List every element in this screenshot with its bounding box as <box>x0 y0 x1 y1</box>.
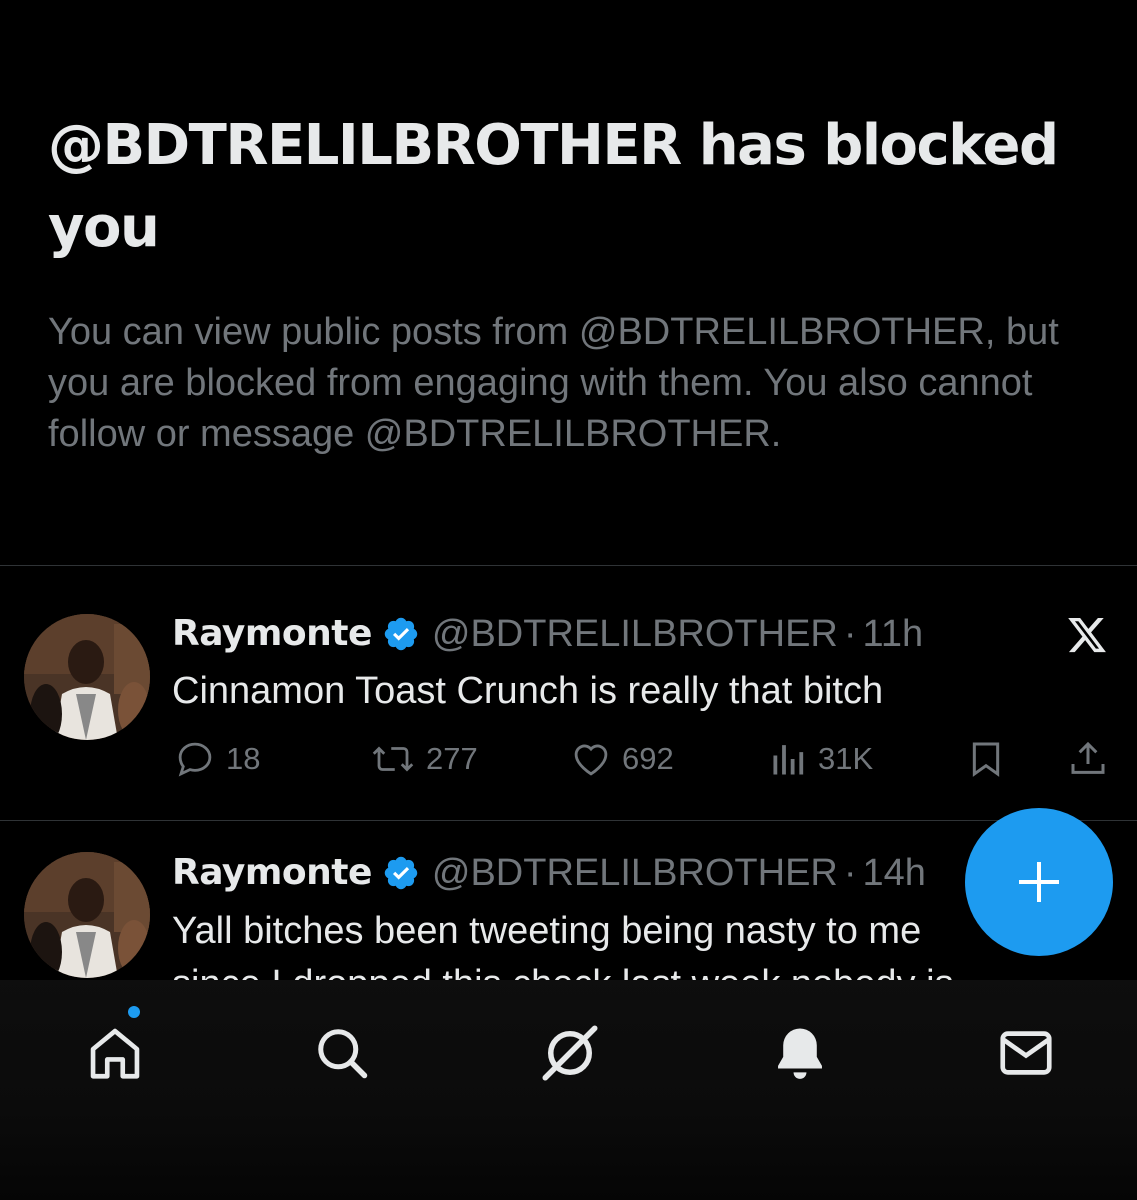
reply-count: 18 <box>226 741 261 776</box>
views-button[interactable]: 31K <box>770 738 873 780</box>
repost-icon <box>372 746 414 772</box>
divider <box>0 820 1137 821</box>
heart-icon <box>574 744 608 776</box>
post-2[interactable]: Raymonte @BDTRELILBROTHER · 14h Yall bit… <box>0 822 1137 980</box>
post-header: Raymonte @BDTRELILBROTHER · 14h <box>172 851 926 895</box>
nav-search[interactable] <box>307 1018 377 1088</box>
author-handle[interactable]: @BDTRELILBROTHER <box>432 851 838 895</box>
post-text: Yall bitches been tweeting being nasty t… <box>172 910 922 952</box>
author-handle[interactable]: @BDTRELILBROTHER <box>432 612 838 656</box>
post-actions: 18 277 692 31K <box>0 738 1137 788</box>
avatar[interactable] <box>24 852 150 978</box>
verified-badge-icon <box>384 856 418 890</box>
repost-count: 277 <box>426 741 478 776</box>
reply-button[interactable]: 18 <box>174 738 260 780</box>
post-header: Raymonte @BDTRELILBROTHER · 11h <box>172 612 923 656</box>
nav-home[interactable] <box>80 1018 150 1088</box>
separator: · <box>843 852 857 894</box>
mail-icon <box>1000 1031 1052 1075</box>
post-text: Cinnamon Toast Crunch is really that bit… <box>172 670 884 712</box>
like-button[interactable]: 692 <box>570 738 674 780</box>
blocked-title: @BDTRELILBROTHER has blocked you <box>48 113 1059 260</box>
share-button[interactable] <box>1068 738 1108 780</box>
bookmark-icon <box>972 742 1000 777</box>
post-timestamp: 11h <box>862 613 924 655</box>
post-text-line2: since I dropped this check last week nob… <box>172 960 954 980</box>
home-icon <box>90 1028 140 1079</box>
nav-notifications[interactable] <box>765 1018 835 1088</box>
share-icon <box>1071 741 1105 774</box>
like-count: 692 <box>622 741 674 776</box>
home-unread-dot <box>128 1006 140 1018</box>
avatar[interactable] <box>24 614 150 740</box>
x-logo-icon[interactable] <box>1065 614 1109 656</box>
views-icon <box>773 745 804 775</box>
bottom-nav <box>0 980 1137 1200</box>
search-icon <box>318 1029 368 1079</box>
author-name[interactable]: Raymonte <box>172 851 372 895</box>
post-timestamp: 14h <box>862 852 926 894</box>
grok-icon <box>542 1025 598 1081</box>
blocked-notice: @BDTRELILBROTHER has blocked you You can… <box>48 105 1108 460</box>
nav-messages[interactable] <box>991 1018 1061 1088</box>
nav-grok[interactable] <box>535 1018 605 1088</box>
bookmark-button[interactable] <box>966 738 1006 780</box>
bell-icon <box>778 1028 822 1079</box>
views-count: 31K <box>818 741 874 776</box>
divider <box>0 565 1137 566</box>
separator: · <box>843 613 857 655</box>
author-name[interactable]: Raymonte <box>172 612 372 656</box>
verified-badge-icon <box>384 617 418 651</box>
plus-icon <box>1019 862 1059 902</box>
repost-button[interactable]: 277 <box>370 738 478 780</box>
blocked-description: You can view public posts from @BDTRELIL… <box>48 311 1059 455</box>
reply-icon <box>178 742 212 777</box>
compose-button[interactable] <box>965 808 1113 956</box>
